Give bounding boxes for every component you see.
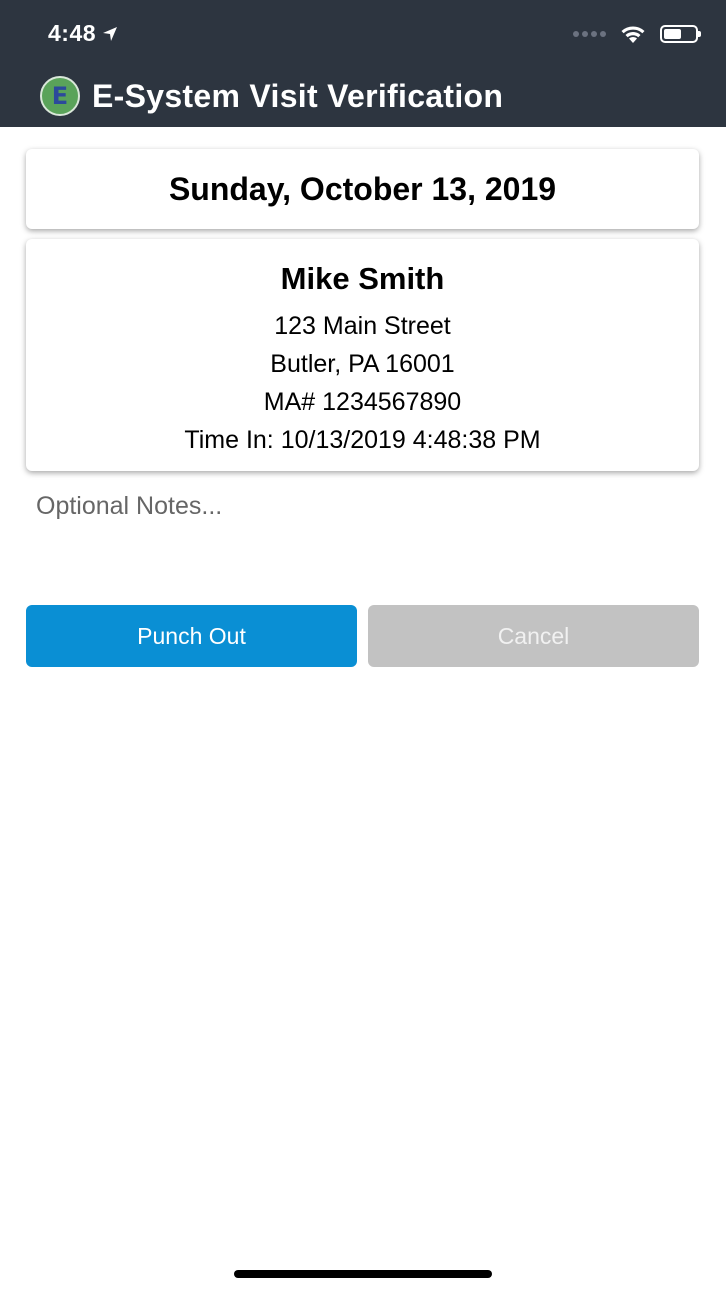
client-name: Mike Smith (280, 261, 445, 296)
punch-out-button[interactable]: Punch Out (26, 605, 357, 667)
status-bar-indicators (573, 24, 701, 44)
status-bar-time: 4:48 (48, 20, 118, 47)
client-ma-number: MA# 1234567890 (263, 388, 462, 416)
wifi-icon (621, 26, 645, 43)
status-time-text: 4:48 (48, 20, 97, 46)
app-title: E-System Visit Verification (92, 77, 504, 114)
home-indicator[interactable] (234, 1270, 492, 1278)
client-city-state-zip: Butler, PA 16001 (270, 350, 455, 378)
cancel-button[interactable]: Cancel (368, 605, 699, 667)
cellular-signal-icon (573, 31, 606, 37)
date-card: Sunday, October 13, 2019 (26, 149, 699, 229)
visit-date: Sunday, October 13, 2019 (168, 170, 557, 207)
battery-level (664, 29, 681, 39)
client-card: Mike Smith 123 Main Street Butler, PA 16… (26, 239, 699, 471)
app-title-row: E E-System Visit Verification (40, 76, 503, 116)
location-arrow-icon (103, 26, 118, 41)
app-header: 4:48 E E-System Visit Verification (0, 0, 726, 127)
time-in: Time In: 10/13/2019 4:48:38 PM (184, 426, 541, 454)
app-screen: 4:48 E E-System Visit Verification Sunda… (0, 0, 726, 1290)
battery-icon (660, 25, 701, 43)
client-street: 123 Main Street (274, 312, 451, 340)
optional-notes-input[interactable] (26, 484, 699, 574)
app-logo-icon: E (40, 76, 80, 116)
